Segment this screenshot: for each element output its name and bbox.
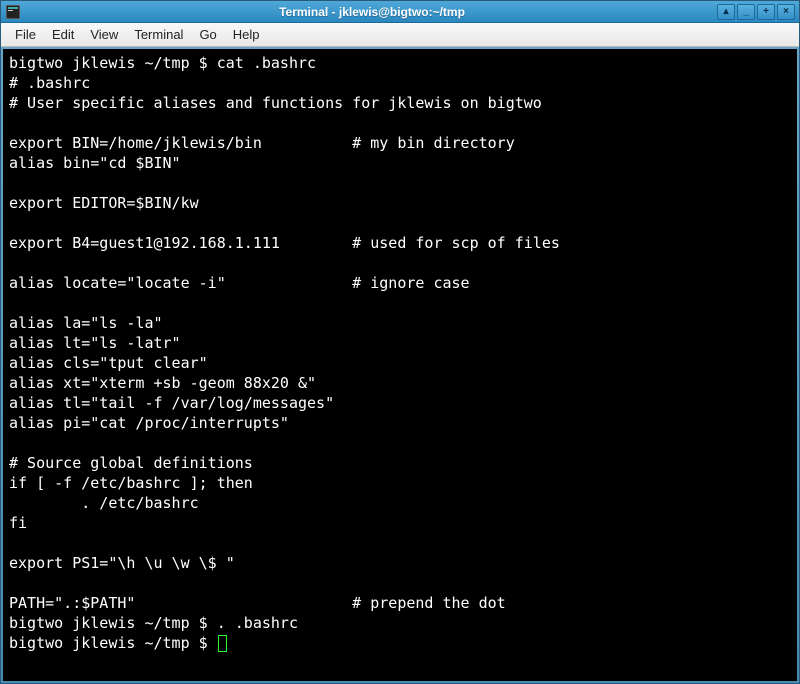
terminal-line: alias xt="xterm +sb -geom 88x20 &": [9, 373, 791, 393]
terminal-line: alias pi="cat /proc/interrupts": [9, 413, 791, 433]
terminal-line: # .bashrc: [9, 73, 791, 93]
terminal-line: PATH=".:$PATH" # prepend the dot: [9, 593, 791, 613]
close-button[interactable]: ×: [777, 4, 795, 20]
window-title: Terminal - jklewis@bigtwo:~/tmp: [27, 5, 717, 19]
menu-edit[interactable]: Edit: [44, 24, 82, 45]
terminal-line: [9, 173, 791, 193]
terminal-line: bigtwo jklewis ~/tmp $ . .bashrc: [9, 613, 791, 633]
terminal-line: [9, 433, 791, 453]
menu-file[interactable]: File: [7, 24, 44, 45]
terminal-line: [9, 253, 791, 273]
terminal-line: . /etc/bashrc: [9, 493, 791, 513]
terminal-line: [9, 213, 791, 233]
terminal-line: fi: [9, 513, 791, 533]
terminal-line: [9, 573, 791, 593]
menu-terminal[interactable]: Terminal: [126, 24, 191, 45]
shade-button[interactable]: ▴: [717, 4, 735, 20]
prompt-text: bigtwo jklewis ~/tmp $: [9, 634, 217, 652]
terminal-line: # User specific aliases and functions fo…: [9, 93, 791, 113]
terminal-window: Terminal - jklewis@bigtwo:~/tmp ▴ _ + × …: [0, 0, 800, 684]
menu-go[interactable]: Go: [191, 24, 224, 45]
terminal-line: [9, 533, 791, 553]
menu-help[interactable]: Help: [225, 24, 268, 45]
terminal-line: export B4=guest1@192.168.1.111 # used fo…: [9, 233, 791, 253]
terminal-line: export BIN=/home/jklewis/bin # my bin di…: [9, 133, 791, 153]
terminal-line: export EDITOR=$BIN/kw: [9, 193, 791, 213]
terminal-line: export PS1="\h \u \w \$ ": [9, 553, 791, 573]
terminal-prompt[interactable]: bigtwo jklewis ~/tmp $: [9, 633, 791, 653]
minimize-button[interactable]: _: [737, 4, 755, 20]
terminal-line: [9, 293, 791, 313]
terminal-line: alias bin="cd $BIN": [9, 153, 791, 173]
titlebar[interactable]: Terminal - jklewis@bigtwo:~/tmp ▴ _ + ×: [1, 1, 799, 23]
terminal-line: bigtwo jklewis ~/tmp $ cat .bashrc: [9, 53, 791, 73]
terminal-line: alias la="ls -la": [9, 313, 791, 333]
maximize-button[interactable]: +: [757, 4, 775, 20]
menu-view[interactable]: View: [82, 24, 126, 45]
terminal-line: if [ -f /etc/bashrc ]; then: [9, 473, 791, 493]
menubar: File Edit View Terminal Go Help: [1, 23, 799, 47]
terminal-line: # Source global definitions: [9, 453, 791, 473]
terminal-area[interactable]: bigtwo jklewis ~/tmp $ cat .bashrc# .bas…: [3, 49, 797, 681]
terminal-line: alias tl="tail -f /var/log/messages": [9, 393, 791, 413]
terminal-line: alias cls="tput clear": [9, 353, 791, 373]
app-icon: [5, 4, 21, 20]
window-controls: ▴ _ + ×: [717, 4, 795, 20]
cursor-icon: [218, 635, 227, 652]
terminal-line: alias lt="ls -latr": [9, 333, 791, 353]
terminal-line: alias locate="locate -i" # ignore case: [9, 273, 791, 293]
terminal-line: [9, 113, 791, 133]
